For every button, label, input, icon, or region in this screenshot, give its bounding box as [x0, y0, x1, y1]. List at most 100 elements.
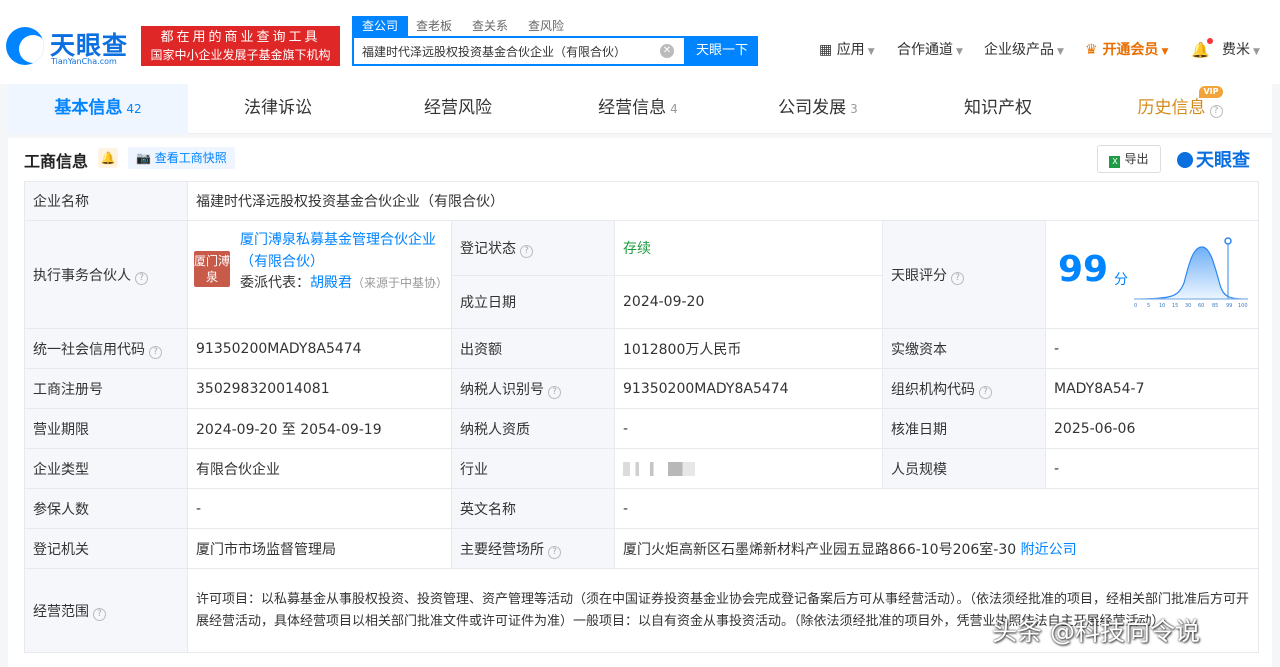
org-label: 组织机构代码 — [891, 381, 975, 398]
tax-label: 纳税人识别号 — [460, 381, 544, 398]
credit-label: 统一社会信用代码 — [33, 341, 145, 358]
partner-label: 执行事务合伙人 — [33, 267, 131, 284]
help-icon[interactable]: ? — [135, 271, 148, 285]
tab-label: 经营风险 — [424, 98, 492, 118]
axis-tick: 100 — [1238, 303, 1248, 309]
authority-label: 登记机关 — [24, 528, 188, 569]
clear-icon[interactable]: ✕ — [660, 44, 674, 58]
taxq-label: 纳税人资质 — [451, 408, 615, 449]
nav-channel[interactable]: 合作通道 ▼ — [897, 40, 963, 60]
term-value: 2024-09-20 至 2054-09-19 — [187, 408, 452, 449]
nav-enterprise-label: 企业级产品 — [984, 42, 1054, 58]
address-cell: 厦门火炬高新区石墨烯新材料产业园五显路866-10号206室-30 附近公司 — [614, 528, 1259, 569]
status-label-cell: 登记状态? — [451, 220, 615, 276]
nav-enterprise[interactable]: 企业级产品 ▼ — [984, 40, 1064, 60]
axis-tick: 85 — [1212, 303, 1218, 309]
reg-label: 工商注册号 — [24, 368, 188, 409]
axis-tick: 5 — [1147, 303, 1150, 309]
search-tab-boss[interactable]: 查老板 — [416, 16, 452, 36]
rep-source: （来源于中基协） — [352, 276, 449, 290]
help-icon[interactable]: ? — [548, 545, 561, 559]
reg-value: 350298320014081 — [187, 368, 452, 409]
axis-tick: 0 — [1134, 303, 1137, 309]
found-value: 2024-09-20 — [614, 274, 883, 329]
snapshot-button[interactable]: 📷 查看工商快照 — [128, 147, 235, 169]
insured-label: 参保人数 — [24, 488, 188, 529]
tab-legal[interactable]: 法律诉讼 — [188, 84, 368, 134]
address-value: 厦门火炬高新区石墨烯新材料产业园五显路866-10号206室-30 — [623, 541, 1017, 558]
search-tab-risk[interactable]: 查风险 — [528, 16, 564, 36]
score-cell[interactable]: 99 分 0 5 10 15 30 60 85 99 100 — [1045, 220, 1259, 329]
staff-label: 人员规模 — [882, 448, 1046, 489]
help-icon[interactable]: ? — [520, 244, 533, 258]
partner-name-link[interactable]: 厦门溥泉私募基金管理合伙企业（有限合伙） — [240, 229, 450, 273]
authority-value: 厦门市市场监督管理局 — [187, 528, 452, 569]
watermark: 头条 @科技向令说 — [992, 617, 1200, 646]
industry-blurred-value — [623, 461, 713, 476]
table-row: 企业类型 有限合伙企业 行业 人员规模 - — [24, 448, 1259, 489]
nearby-companies-link[interactable]: 附近公司 — [1021, 542, 1077, 558]
tax-value: 91350200MADY8A5474 — [614, 368, 883, 409]
nav-user[interactable]: 费米 ▼ — [1222, 40, 1260, 60]
axis-tick: 15 — [1172, 303, 1178, 309]
search-box: ✕ — [352, 36, 686, 66]
table-row: 营业期限 2024-09-20 至 2054-09-19 纳税人资质 - 核准日… — [24, 408, 1259, 449]
tab-basic-info[interactable]: 基本信息 42 — [8, 84, 188, 134]
partner-logo[interactable]: 厦门溥泉 — [194, 251, 230, 287]
eye-logo-icon — [1177, 152, 1193, 168]
slogan-badge[interactable]: 都在用的商业查询工具 国家中小企业发展子基金旗下机构 — [141, 26, 340, 66]
nav-vip[interactable]: ♛ 开通会员 ▼ — [1085, 40, 1168, 60]
help-icon[interactable]: ? — [951, 271, 964, 285]
score-widget: 99 分 0 5 10 15 30 60 85 99 100 — [1046, 221, 1258, 328]
scope-label-cell: 经营范围? — [24, 568, 188, 653]
found-label: 成立日期 — [451, 274, 615, 329]
brand-logo-small: 天眼查 — [1177, 146, 1250, 172]
help-icon[interactable]: ? — [979, 385, 992, 399]
approve-label: 核准日期 — [882, 408, 1046, 449]
term-label: 营业期限 — [24, 408, 188, 449]
search-tab-company[interactable]: 查公司 — [352, 16, 409, 36]
tab-count: 42 — [126, 102, 142, 116]
tab-development[interactable]: 公司发展 3 — [728, 84, 908, 134]
company-name-label: 企业名称 — [24, 181, 188, 221]
credit-label-cell: 统一社会信用代码? — [24, 328, 188, 369]
help-icon[interactable]: ? — [548, 385, 561, 399]
search-button[interactable]: 天眼一下 — [686, 36, 758, 66]
company-tabs: 基本信息 42 法律诉讼 经营风险 经营信息 4 公司发展 3 知识产权 历史信息? — [8, 84, 1272, 134]
export-button[interactable]: X 导出 — [1097, 145, 1161, 173]
camera-icon: 📷 — [136, 151, 151, 165]
en-value: - — [614, 488, 1259, 529]
crown-icon: ♛ — [1085, 42, 1098, 58]
status-value-cell: 存续 — [614, 220, 883, 276]
search-tab-relation[interactable]: 查关系 — [472, 16, 508, 36]
rep-link[interactable]: 胡殿君 — [310, 275, 352, 291]
tab-operation-info[interactable]: 经营信息 4 — [548, 84, 728, 134]
logo-domain: TianYanCha.com — [51, 57, 117, 66]
nav-apps[interactable]: ▦ 应用 ▼ — [819, 40, 875, 60]
help-icon[interactable]: ? — [149, 345, 162, 359]
search-input[interactable] — [354, 38, 649, 64]
score-label-cell: 天眼评分? — [882, 220, 1046, 329]
paid-value: - — [1045, 328, 1259, 369]
nav-apps-label: 应用 — [836, 42, 865, 58]
capital-value: 1012800万人民币 — [614, 328, 883, 369]
tab-operation-risk[interactable]: 经营风险 — [368, 84, 548, 134]
help-icon[interactable]: ? — [93, 607, 106, 621]
tab-history[interactable]: 历史信息? — [1088, 84, 1272, 134]
score-marker-dot — [1224, 237, 1232, 245]
industry-label: 行业 — [451, 448, 615, 489]
grid-icon: ▦ — [819, 42, 833, 58]
tab-ip[interactable]: 知识产权 — [908, 84, 1088, 134]
scope-label: 经营范围 — [33, 603, 89, 620]
score-distribution-chart: 0 5 10 15 30 60 85 99 100 — [1133, 237, 1249, 309]
insured-value: - — [187, 488, 452, 529]
tianyancha-logo[interactable]: 天眼查 TianYanCha.com — [6, 26, 136, 68]
excel-icon: X — [1109, 156, 1121, 168]
vip-tag: VIP — [1199, 86, 1223, 98]
address-label: 主要经营场所 — [460, 541, 544, 558]
business-info-table: 企业名称 福建时代泽远股权投资基金合伙企业（有限合伙） 执行事务合伙人? 厦门溥… — [24, 181, 1259, 653]
partner-cell: 厦门溥泉 厦门溥泉私募基金管理合伙企业（有限合伙） 委派代表：胡殿君（来源于中基… — [187, 220, 452, 329]
org-value: MADY8A54-7 — [1045, 368, 1259, 409]
slogan-line-1: 都在用的商业查询工具 — [160, 30, 321, 45]
monitor-bell-icon[interactable]: 🔔 — [98, 148, 118, 168]
